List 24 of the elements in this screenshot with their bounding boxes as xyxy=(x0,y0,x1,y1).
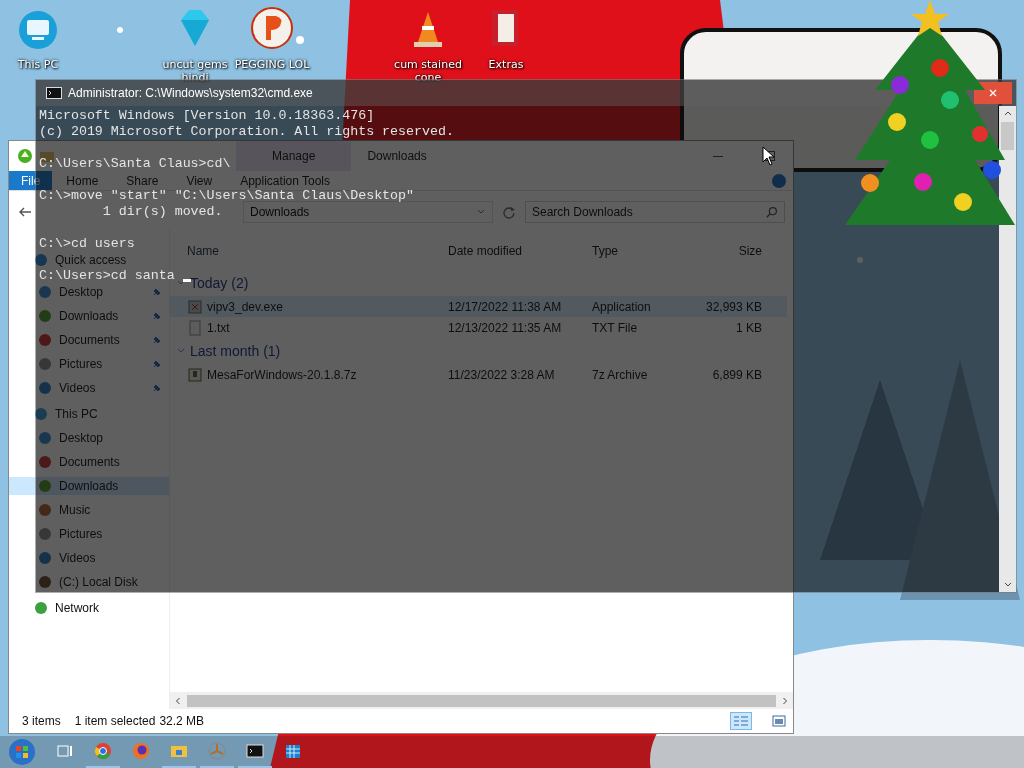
type-cell-text: 7z Archive xyxy=(592,367,649,382)
status-text: 3 items xyxy=(22,714,61,728)
size-cell-text: 32,993 KB xyxy=(704,299,762,314)
date-cell-text: 11/23/2022 3:28 AM xyxy=(448,367,556,382)
type-cell-text: TXT File xyxy=(592,320,639,335)
status-text: 32.2 MB xyxy=(159,714,205,728)
date-cell-text: 12/17/2022 11:38 AM xyxy=(448,299,563,314)
console-line: C:\Users\Santa Claus>cd\ xyxy=(39,158,231,170)
date-cell-text: 12/13/2022 11:35 AM xyxy=(448,320,563,335)
console-line: Microsoft Windows [Version 10.0.18363.476] xyxy=(39,110,375,122)
file-name-cell: 1.txt xyxy=(207,320,230,335)
console-line: 1 dir(s) moved. xyxy=(101,206,223,218)
size-cell-text: 1 KB xyxy=(735,320,762,335)
console-line: (c) 2019 Microsoft Corporation. All rights reserved. xyxy=(39,126,454,138)
status-text: 1 item selected xyxy=(74,714,156,728)
console-line: C:\>move "start" "C:\Users\Santa Claus\Desktop" xyxy=(39,190,415,202)
window-title: Downloads xyxy=(367,149,427,163)
console-line: C:\>cd users xyxy=(39,238,135,250)
size-cell-text: 6,899 KB xyxy=(711,367,762,382)
window-title: Administrator: C:\Windows\system32\cmd.exe xyxy=(68,86,313,100)
console-line: C:\Users>cd santa xyxy=(39,270,175,282)
type-cell-text: Application xyxy=(592,299,652,314)
file-name-cell: MesaForWindows-20.1.8.7z xyxy=(207,367,357,382)
file-name-cell: vipv3_dev.exe xyxy=(207,299,283,314)
